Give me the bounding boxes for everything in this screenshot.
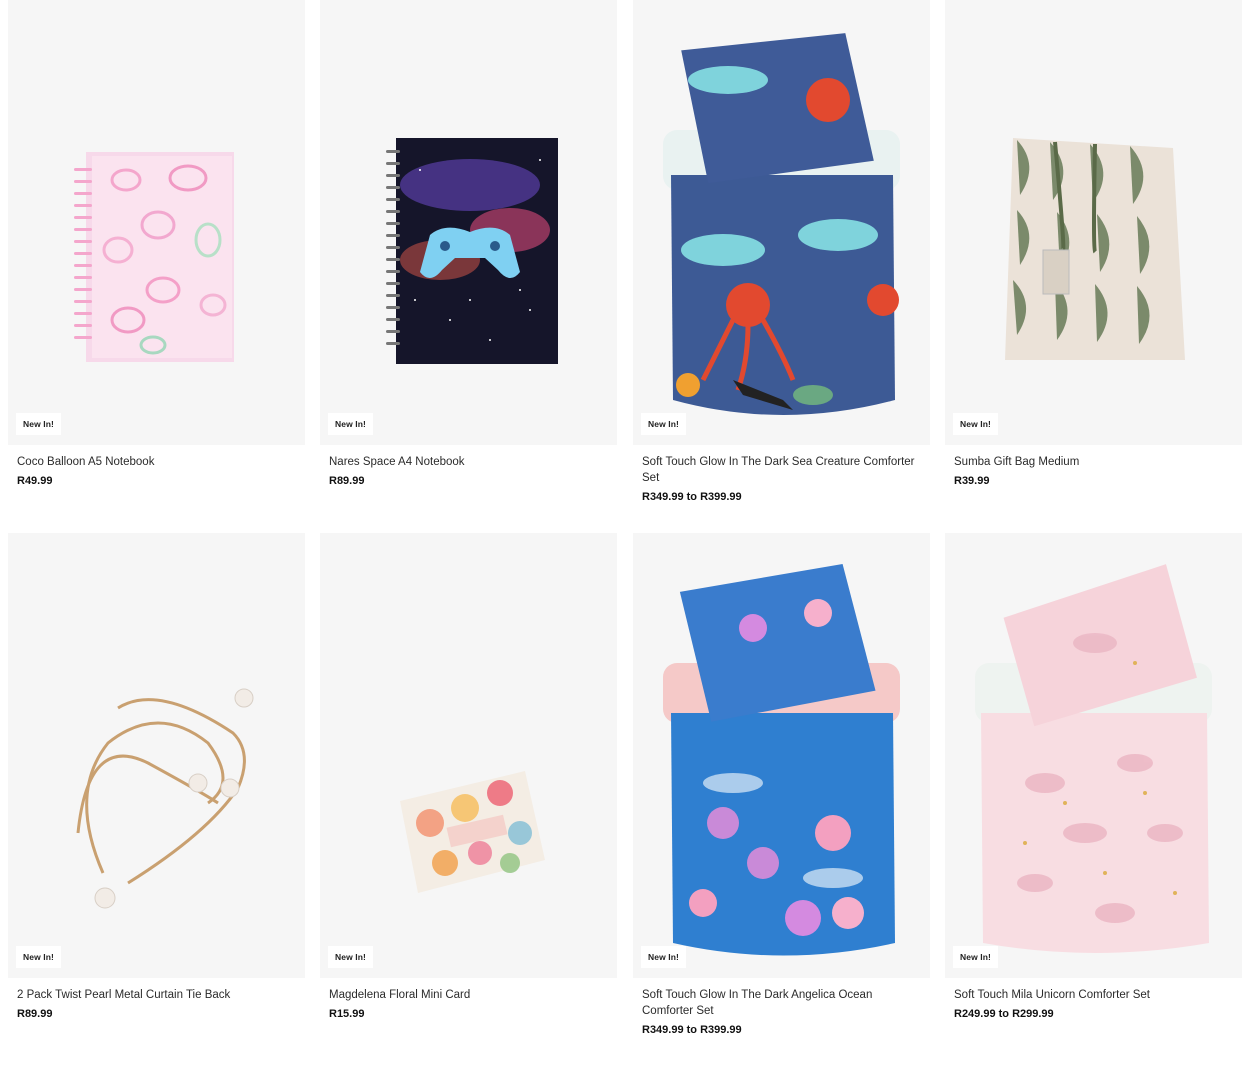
new-in-badge: New In! bbox=[641, 413, 686, 435]
product-title[interactable]: Sumba Gift Bag Medium bbox=[954, 454, 1234, 470]
new-in-badge: New In! bbox=[641, 946, 686, 968]
product-price: R349.99 to R399.99 bbox=[642, 491, 742, 503]
new-in-badge: New In! bbox=[328, 946, 373, 968]
product-price: R49.99 bbox=[17, 475, 53, 487]
product-price: R89.99 bbox=[329, 475, 365, 487]
product-title[interactable]: 2 Pack Twist Pearl Metal Curtain Tie Bac… bbox=[17, 987, 297, 1003]
product-card[interactable]: New In! Nares Space A4 Notebook R89.99 bbox=[320, 0, 617, 488]
product-grid: New In! Coco Balloon A5 Notebook R49.99 bbox=[0, 0, 1250, 1065]
product-card[interactable]: New In! Coco Balloon A5 Notebook R49.99 bbox=[8, 0, 305, 488]
product-card[interactable]: New In! 2 Pack Twist Pearl Metal Curtain… bbox=[8, 533, 305, 1021]
product-image-green-gift-bag[interactable]: New In! bbox=[945, 0, 1242, 445]
product-title[interactable]: Nares Space A4 Notebook bbox=[329, 454, 609, 470]
new-in-badge: New In! bbox=[16, 413, 61, 435]
new-in-badge: New In! bbox=[16, 946, 61, 968]
product-image-ocean-comforter[interactable]: New In! bbox=[633, 533, 930, 978]
new-in-badge: New In! bbox=[328, 413, 373, 435]
new-in-badge: New In! bbox=[953, 946, 998, 968]
product-title[interactable]: Soft Touch Glow In The Dark Angelica Oce… bbox=[642, 987, 922, 1019]
product-price: R249.99 to R299.99 bbox=[954, 1008, 1054, 1020]
product-card[interactable]: New In! Soft Touch Mila Unicorn Comforte… bbox=[945, 533, 1242, 1021]
product-image-unicorn-comforter[interactable]: New In! bbox=[945, 533, 1242, 978]
product-title[interactable]: Magdelena Floral Mini Card bbox=[329, 987, 609, 1003]
product-price: R39.99 bbox=[954, 475, 990, 487]
new-in-badge: New In! bbox=[953, 413, 998, 435]
product-image-floral-mini-card[interactable]: New In! bbox=[320, 533, 617, 978]
product-image-sea-creature-comforter[interactable]: New In! bbox=[633, 0, 930, 445]
product-price: R349.99 to R399.99 bbox=[642, 1024, 742, 1036]
product-card[interactable]: New In! Soft Touch Glow In The Dark Ange… bbox=[633, 533, 930, 1037]
product-image-space-gamepad-notebook[interactable]: New In! bbox=[320, 0, 617, 445]
product-image-pink-balloon-notebook[interactable]: New In! bbox=[8, 0, 305, 445]
product-title[interactable]: Soft Touch Glow In The Dark Sea Creature… bbox=[642, 454, 922, 486]
product-title[interactable]: Soft Touch Mila Unicorn Comforter Set bbox=[954, 987, 1234, 1003]
product-card[interactable]: New In! Soft Touch Glow In The Dark Sea … bbox=[633, 0, 930, 504]
product-card[interactable]: New In! Sumba Gift Bag Medium R39.99 bbox=[945, 0, 1242, 488]
product-price: R89.99 bbox=[17, 1008, 53, 1020]
product-card[interactable]: New In! Magdelena Floral Mini Card R15.9… bbox=[320, 533, 617, 1021]
product-title[interactable]: Coco Balloon A5 Notebook bbox=[17, 454, 297, 470]
product-image-pearl-curtain-tie-back[interactable]: New In! bbox=[8, 533, 305, 978]
product-price: R15.99 bbox=[329, 1008, 365, 1020]
